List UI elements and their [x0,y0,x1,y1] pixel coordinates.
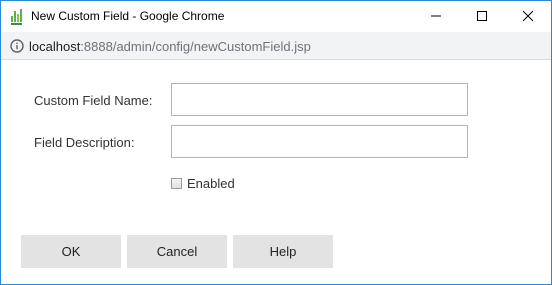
url-text: localhost:8888/admin/config/newCustomFie… [29,39,311,54]
url-host: localhost [29,39,81,54]
minimize-icon [431,8,441,26]
enabled-checkbox-row[interactable]: Enabled [171,175,235,191]
window-title: New Custom Field - Google Chrome [31,9,225,23]
dialog-content: Custom Field Name: Field Description: En… [1,60,551,284]
field-description-label: Field Description: [34,135,135,150]
custom-field-name-label: Custom Field Name: [34,93,153,108]
maximize-button[interactable] [459,1,505,32]
enabled-label[interactable]: Enabled [187,176,235,191]
cancel-button[interactable]: Cancel [127,235,227,268]
browser-window: New Custom Field - Google Chrome localho… [0,0,552,285]
address-bar[interactable]: localhost:8888/admin/config/newCustomFie… [1,32,551,60]
ok-button[interactable]: OK [21,235,121,268]
minimize-button[interactable] [413,1,459,32]
field-description-input[interactable] [171,125,468,158]
close-button[interactable] [505,1,551,32]
close-icon [522,8,534,26]
info-icon[interactable] [10,39,24,53]
app-logo-icon [11,9,25,25]
url-path: :8888/admin/config/newCustomField.jsp [80,39,311,54]
title-bar: New Custom Field - Google Chrome [1,1,551,32]
enabled-checkbox[interactable] [171,177,182,189]
help-button[interactable]: Help [233,235,333,268]
custom-field-name-input[interactable] [171,83,468,116]
maximize-icon [477,8,487,26]
